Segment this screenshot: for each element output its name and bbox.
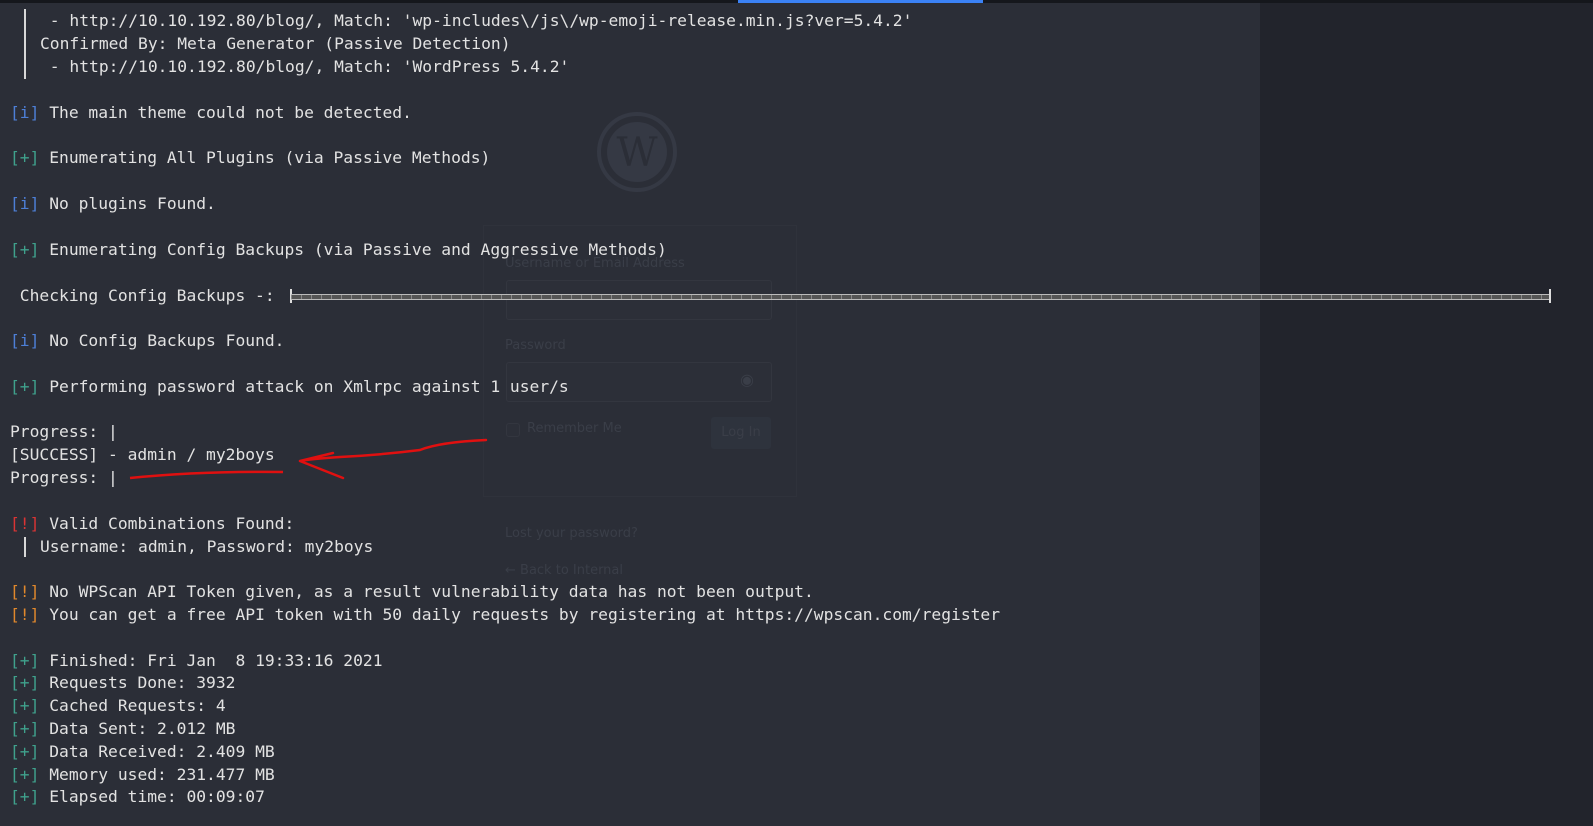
terminal-line: [+] Memory used: 231.477 MB: [10, 764, 275, 786]
terminal-line: Username: admin, Password: my2boys: [40, 537, 374, 556]
plus-prefix: [+]: [10, 240, 40, 259]
svg-text:W: W: [616, 130, 657, 176]
line-text: Enumerating All Plugins (via Passive Met…: [39, 148, 491, 167]
terminal-line: Confirmed By: Meta Generator (Passive De…: [40, 34, 511, 53]
terminal-line: [+] Requests Done: 3932: [10, 672, 235, 694]
terminal-line: Progress: |: [10, 422, 118, 441]
info-prefix: [i]: [10, 194, 40, 213]
line-text: Valid Combinations Found:: [39, 514, 295, 533]
warning-prefix: [!]: [10, 605, 40, 624]
plus-prefix: [+]: [10, 765, 40, 784]
login-button[interactable]: Log In: [711, 417, 771, 449]
terminal-line: Progress: |: [10, 468, 118, 487]
username-input[interactable]: [506, 280, 772, 320]
terminal-line: [i] The main theme could not be detected…: [10, 102, 412, 124]
line-text: No Config Backups Found.: [39, 331, 285, 350]
config-backups-progress-bar: [291, 294, 1550, 300]
line-text: Cached Requests: 4: [39, 696, 226, 715]
progress-bar-end: [1549, 289, 1551, 303]
plus-prefix: [+]: [10, 719, 40, 738]
info-prefix: [i]: [10, 103, 40, 122]
terminal-line: [+] Elapsed time: 00:09:07: [10, 786, 265, 808]
line-text: Performing password attack on Xmlrpc aga…: [39, 377, 569, 396]
plus-prefix: [+]: [10, 651, 40, 670]
line-text: Data Received: 2.409 MB: [39, 742, 275, 761]
terminal-line: [+] Data Sent: 2.012 MB: [10, 718, 235, 740]
terminal-line: [+] Cached Requests: 4: [10, 695, 226, 717]
terminal-line: [+] Data Received: 2.409 MB: [10, 741, 275, 763]
line-text: Enumerating Config Backups (via Passive …: [39, 240, 667, 259]
success-line: [SUCCESS] - admin / my2boys: [10, 445, 275, 464]
lost-password-link[interactable]: Lost your password?: [505, 526, 638, 541]
back-link[interactable]: ← Back to Internal: [505, 563, 623, 578]
tree-bar: [24, 9, 26, 79]
plus-prefix: [+]: [10, 742, 40, 761]
plus-prefix: [+]: [10, 377, 40, 396]
terminal-line: [+] Performing password attack on Xmlrpc…: [10, 376, 569, 398]
remember-checkbox[interactable]: [506, 423, 520, 437]
plus-prefix: [+]: [10, 148, 40, 167]
terminal-line: [!] No WPScan API Token given, as a resu…: [10, 581, 814, 603]
terminal-line: [i] No plugins Found.: [10, 193, 216, 215]
plus-prefix: [+]: [10, 673, 40, 692]
terminal-line: [+] Finished: Fri Jan 8 19:33:16 2021: [10, 650, 383, 672]
line-text: The main theme could not be detected.: [39, 103, 412, 122]
terminal-line: [+] Enumerating Config Backups (via Pass…: [10, 239, 667, 261]
terminal-line: - http://10.10.192.80/blog/, Match: 'wp-…: [40, 11, 913, 30]
line-text: You can get a free API token with 50 dai…: [39, 605, 1001, 624]
info-prefix: [i]: [10, 331, 40, 350]
error-prefix: [!]: [10, 514, 40, 533]
terminal-line: [!] You can get a free API token with 50…: [10, 604, 1000, 626]
plus-prefix: [+]: [10, 787, 40, 806]
eye-icon[interactable]: ◉: [740, 370, 754, 389]
plus-prefix: [+]: [10, 696, 40, 715]
terminal-line: [!] Valid Combinations Found:: [10, 513, 294, 535]
terminal-line: [+] Enumerating All Plugins (via Passive…: [10, 147, 490, 169]
line-text: No plugins Found.: [39, 194, 216, 213]
terminal-line: [i] No Config Backups Found.: [10, 330, 284, 352]
line-text: Finished: Fri Jan 8 19:33:16 2021: [39, 651, 383, 670]
line-text: Data Sent: 2.012 MB: [39, 719, 236, 738]
line-text: Requests Done: 3932: [39, 673, 236, 692]
line-text: No WPScan API Token given, as a result v…: [39, 582, 814, 601]
wordpress-logo-icon: W: [597, 112, 677, 192]
terminal-line: Checking Config Backups -:: [10, 286, 285, 305]
warning-prefix: [!]: [10, 582, 40, 601]
terminal-line: - http://10.10.192.80/blog/, Match: 'Wor…: [40, 57, 570, 76]
password-label: Password: [505, 338, 566, 353]
line-text: Elapsed time: 00:09:07: [39, 787, 265, 806]
line-text: Memory used: 231.477 MB: [39, 765, 275, 784]
tree-bar: [24, 537, 26, 557]
remember-label: Remember Me: [527, 421, 622, 436]
